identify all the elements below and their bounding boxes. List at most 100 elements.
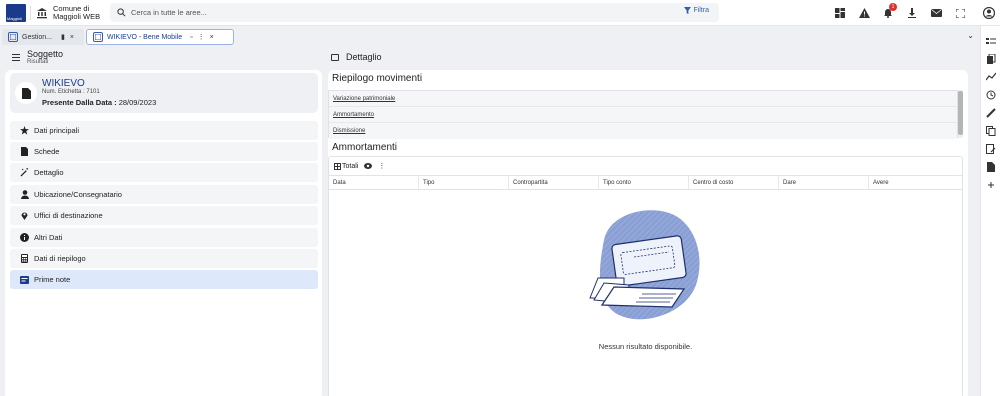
table-icon [334,162,341,170]
filter-label: Filtra [693,7,709,14]
more-vert-icon[interactable]: ⋮ [378,162,385,170]
column-header[interactable]: Contropartita [509,176,599,189]
tab-app-icon [8,32,18,42]
map-pin-icon [20,211,29,220]
chevron-down-icon[interactable]: ⌄ [967,31,974,40]
menu-dati-riepilogo[interactable]: Dati di riepilogo [10,249,318,268]
calculator-icon [20,254,29,263]
grid-header: Data Tipo Contropartita Tipo conto Centr… [329,175,962,190]
panel-title: Soggetto [27,49,64,59]
panel-subtitle: Risultati [27,59,49,65]
asset-label-number: Num. Etichetta : 7101 [42,89,100,95]
column-header[interactable]: Dare [779,176,869,189]
menu-dettaglio[interactable]: Dettaglio [10,163,318,182]
column-header[interactable]: Avere [869,176,962,189]
trend-icon[interactable] [986,72,996,82]
movimento-link[interactable]: Variazione patrimoniale [329,91,957,107]
detail-title: Dettaglio [346,52,382,62]
note-icon [20,275,29,284]
tab-gestione[interactable]: Gestion... ▮ × [2,29,84,45]
add-icon[interactable] [986,180,996,190]
tab-label: Gestion... [22,33,52,41]
menu-label: Dettaglio [34,168,64,177]
filter-button[interactable]: Filtra [684,7,709,14]
download-icon[interactable] [900,6,924,20]
left-panel-header: Soggetto Risultati [0,46,325,68]
movimento-link[interactable]: Ammortamento [329,107,957,123]
column-header[interactable]: Data [329,176,419,189]
search-input[interactable] [131,6,651,19]
column-header[interactable]: Tipo conto [599,176,689,189]
copy-docs-icon[interactable] [986,54,996,64]
empty-message: Nessun risultato disponibile. [598,342,693,351]
mail-icon[interactable] [924,6,948,20]
maggioli-logo[interactable]: Maggioli [6,4,26,22]
top-bar: Maggioli Comune di Maggioli WEB Filtra 1 [0,0,1000,26]
more-vert-icon[interactable]: ⋮ [198,33,205,41]
app-title[interactable]: Comune di Maggioli WEB [53,5,100,21]
menu-dati-principali[interactable]: Dati principali [10,121,318,140]
tab-label: WIKIEVO - Bene Mobile [107,33,183,41]
bookmark-icon[interactable]: ▮ [61,33,65,41]
info-icon [20,233,29,242]
totali-button[interactable]: Totali [334,162,358,170]
document-icon [15,82,37,104]
menu-label: Uffici di destinazione [34,211,103,220]
asset-card: WIKIEVO Num. Etichetta : 7101 Presente D… [10,73,318,113]
close-icon[interactable]: × [210,34,214,41]
asset-present-date: Presente Dalla Data : 28/09/2023 [42,98,157,107]
ammortamenti-grid: Totali ⋮ Data Tipo Contropartita Tipo co… [328,156,963,396]
filter-icon [684,7,692,14]
eye-icon[interactable] [364,163,373,169]
document-icon [20,147,29,156]
file-icon[interactable] [986,162,996,172]
magic-wand-icon [20,168,29,177]
movimento-link[interactable]: Dismissione [329,123,957,139]
history-icon[interactable] [986,90,996,100]
tab-app-icon [93,32,103,42]
tab-wikievo[interactable]: WIKIEVO - Bene Mobile ▫ ⋮ × [86,29,234,45]
list-settings-icon[interactable] [986,37,996,47]
ammortamenti-title: Ammortamenti [332,142,398,153]
menu-label: Ubicazione/Consegnatario [34,190,122,199]
link-icon[interactable] [986,108,996,118]
column-header[interactable]: Tipo [419,176,509,189]
close-icon[interactable]: × [70,34,74,41]
user-avatar-icon[interactable] [983,7,995,19]
menu-label: Altri Dati [34,233,63,242]
menu-ubicazione[interactable]: Ubicazione/Consegnatario [10,185,318,204]
menu-label: Schede [34,147,60,156]
top-actions: 1 [828,3,972,20]
right-rail [980,26,1000,396]
edit-doc-icon[interactable] [986,144,996,154]
list-icon[interactable] [12,54,20,61]
column-header[interactable]: Centro di costo [689,176,779,189]
star-icon [20,126,29,135]
menu-prime-note[interactable]: Prime note [10,270,318,289]
dashboard-icon[interactable] [828,6,852,20]
riepilogo-title: Riepilogo movimenti [332,73,423,84]
menu-label: Dati di riepilogo [34,254,86,263]
bell-icon[interactable]: 1 [876,3,900,20]
fullscreen-icon[interactable] [948,6,972,20]
menu-label: Dati principali [34,126,80,135]
notification-badge: 1 [889,3,897,11]
menu-schede[interactable]: Schede [10,142,318,161]
asset-title: WIKIEVO [42,78,85,89]
menu-altri-dati[interactable]: Altri Dati [10,228,318,247]
person-icon [20,190,29,199]
bank-icon [37,8,47,19]
right-panel-header: Dettaglio [328,46,978,68]
menu-label: Prime note [34,275,71,284]
divider [30,6,31,20]
menu-uffici-destinazione[interactable]: Uffici di destinazione [10,206,318,225]
movimenti-list: Variazione patrimoniale Ammortamento Dis… [328,90,958,139]
bookmark-outline-icon[interactable]: ▫ [190,34,192,41]
global-search: Filtra [110,3,719,22]
scrollbar[interactable] [958,90,963,138]
panel-toggle-icon[interactable] [331,54,339,61]
empty-state-illustration [584,210,700,320]
duplicate-icon[interactable] [986,126,996,136]
warning-icon[interactable] [852,6,876,20]
left-panel: WIKIEVO Num. Etichetta : 7101 Presente D… [5,70,322,396]
